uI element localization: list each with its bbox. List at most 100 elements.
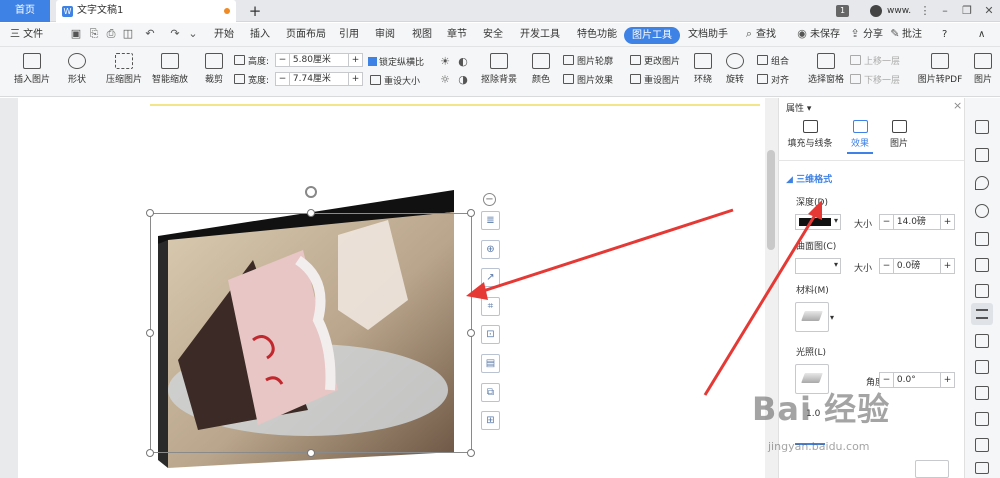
brightness-down-icon[interactable]: ◑ — [456, 73, 470, 87]
cursor-icon[interactable] — [975, 148, 989, 162]
resize-handle[interactable] — [307, 209, 315, 217]
compress-picture-button[interactable]: 压缩图片 — [104, 53, 144, 85]
height-increment-button[interactable]: + — [348, 54, 362, 66]
compass-icon[interactable] — [975, 204, 989, 218]
tab-document[interactable]: W 文字文稿1 — [56, 0, 236, 22]
menu-item-view[interactable]: 视图 — [412, 23, 432, 47]
annotate-button[interactable]: 批注 — [902, 23, 922, 47]
share-button[interactable]: 分享 — [863, 23, 883, 47]
picture-to-pdf-button[interactable]: 图片转PDF — [916, 53, 964, 85]
properties-sidebar-button[interactable] — [971, 303, 993, 325]
chevron-down-icon[interactable]: ▾ — [830, 313, 834, 322]
align-button[interactable]: 对齐 — [757, 73, 789, 86]
resize-handle[interactable] — [146, 449, 154, 457]
material-preset-dropdown[interactable] — [795, 302, 829, 332]
new-tab-button[interactable]: + — [246, 0, 264, 22]
float-collapse-button[interactable]: − — [483, 193, 496, 206]
search-button[interactable]: 查找 — [756, 23, 776, 47]
collapse-ribbon-button[interactable]: ∧ — [978, 23, 985, 47]
height-decrement-button[interactable]: − — [276, 54, 290, 66]
resize-handle[interactable] — [467, 329, 475, 337]
chart-icon[interactable] — [975, 284, 989, 298]
undo-icon[interactable]: ↶ — [143, 27, 157, 41]
width-increment-button[interactable]: + — [348, 73, 362, 85]
export-arrow-icon[interactable] — [975, 360, 989, 374]
bring-forward-button[interactable]: 上移一层 — [850, 54, 900, 67]
menu-item-page-layout[interactable]: 页面布局 — [286, 23, 326, 47]
height-spinner[interactable]: − 5.80厘米 + — [275, 53, 363, 67]
pick-color-icon[interactable]: ↗ — [481, 268, 500, 287]
depth-size-spinner[interactable]: − 14.0磅 + — [879, 214, 955, 230]
grid-icon[interactable] — [975, 258, 989, 272]
resize-handle[interactable] — [146, 329, 154, 337]
menu-item-dev-tools[interactable]: 开发工具 — [520, 23, 560, 47]
reset-size-button[interactable]: 重设大小 — [370, 74, 420, 87]
restore-button[interactable]: ❐ — [956, 0, 978, 22]
zoom-in-icon[interactable]: ⊕ — [481, 240, 500, 259]
send-backward-button[interactable]: 下移一层 — [850, 73, 900, 86]
window-count-badge[interactable]: 1 — [836, 5, 849, 17]
menu-item-review[interactable]: 审阅 — [375, 23, 395, 47]
preview-icon[interactable]: ◫ — [121, 27, 135, 41]
menu-item-reference[interactable]: 引用 — [339, 23, 359, 47]
tab-picture[interactable]: 图片 — [874, 120, 924, 149]
pen-icon[interactable] — [975, 120, 989, 134]
menu-item-security[interactable]: 安全 — [483, 23, 503, 47]
close-button[interactable]: ✕ — [978, 0, 1000, 22]
picture-edit-icon[interactable]: ▤ — [481, 354, 500, 373]
selection-frame[interactable] — [150, 213, 472, 453]
angle-spinner[interactable]: − 0.0° + — [879, 372, 955, 388]
resize-handle[interactable] — [467, 449, 475, 457]
smart-zoom-button[interactable]: 智能缩放 — [150, 53, 190, 85]
menu-item-insert[interactable]: 插入 — [250, 23, 270, 47]
color-adjust-icon[interactable]: ☀ — [438, 55, 452, 69]
redo-icon[interactable]: ↷ — [168, 27, 182, 41]
resize-handle[interactable] — [146, 209, 154, 217]
width-spinner[interactable]: − 7.74厘米 + — [275, 72, 363, 86]
reset-picture-button[interactable]: 重设图片 — [630, 73, 680, 86]
triangle-icon[interactable] — [975, 232, 989, 246]
picture-outline-button[interactable]: 图片轮廓 — [563, 54, 613, 67]
menu-file[interactable]: 三 文件 — [10, 23, 43, 47]
resize-handle[interactable] — [307, 449, 315, 457]
minimize-button[interactable]: – — [934, 0, 956, 22]
layout-options-icon[interactable]: ≣ — [481, 211, 500, 230]
selection-pane-button[interactable]: 选择窗格 — [806, 53, 846, 85]
document-icon[interactable] — [975, 386, 989, 400]
brightness-up-icon[interactable]: ☼ — [438, 73, 452, 87]
color-button[interactable]: 颜色 — [528, 53, 554, 85]
menu-item-doc-assistant[interactable]: 文档助手 — [688, 23, 728, 47]
wrap-button[interactable]: 环绕 — [690, 53, 716, 85]
change-picture-button[interactable]: 更改图片 — [630, 54, 680, 67]
more-chevron-icon[interactable]: ⌄ — [186, 27, 200, 41]
location-icon[interactable] — [975, 176, 989, 190]
export-icon[interactable]: ⎘ — [87, 27, 101, 41]
width-decrement-button[interactable]: − — [276, 73, 290, 85]
preset-thumbnail[interactable] — [915, 460, 949, 478]
archive-icon[interactable] — [975, 412, 989, 426]
print-icon[interactable]: ⎙ — [104, 27, 118, 41]
contrast-icon[interactable]: ◐ — [456, 55, 470, 69]
section-3d-format[interactable]: ◢ 三维格式 — [786, 172, 832, 185]
overflow-button[interactable]: ⋮ — [914, 0, 936, 22]
menu-item-chapter[interactable]: 章节 — [447, 23, 467, 47]
contour-color-dropdown[interactable]: ▾ — [795, 258, 841, 274]
picture-more-button[interactable]: 图片 — [968, 53, 998, 85]
depth-color-dropdown[interactable]: ▾ — [795, 214, 841, 230]
rotate-button[interactable]: 旋转 — [722, 53, 748, 85]
frame-icon[interactable]: ⊡ — [481, 325, 500, 344]
help-button[interactable]: ? — [942, 23, 947, 47]
remove-background-button[interactable]: 抠除背景 — [478, 53, 520, 85]
picture-effect-button[interactable]: 图片效果 — [563, 73, 613, 86]
rotate-handle-icon[interactable] — [305, 186, 317, 198]
user-name[interactable]: www. — [887, 0, 911, 22]
copy-picture-icon[interactable]: ⧉ — [481, 383, 500, 402]
tab-picture-tools[interactable]: 图片工具 — [624, 27, 680, 44]
tab-fill-line[interactable]: 填充与线条 — [785, 120, 835, 149]
picture-search-icon[interactable] — [975, 334, 989, 348]
group-button[interactable]: 组合 — [757, 54, 789, 67]
shape-button[interactable]: 形状 — [62, 53, 92, 85]
insert-picture-button[interactable]: 插入图片 — [8, 53, 56, 85]
menu-item-start[interactable]: 开始 — [214, 23, 234, 47]
save-icon[interactable]: ▣ — [69, 27, 83, 41]
